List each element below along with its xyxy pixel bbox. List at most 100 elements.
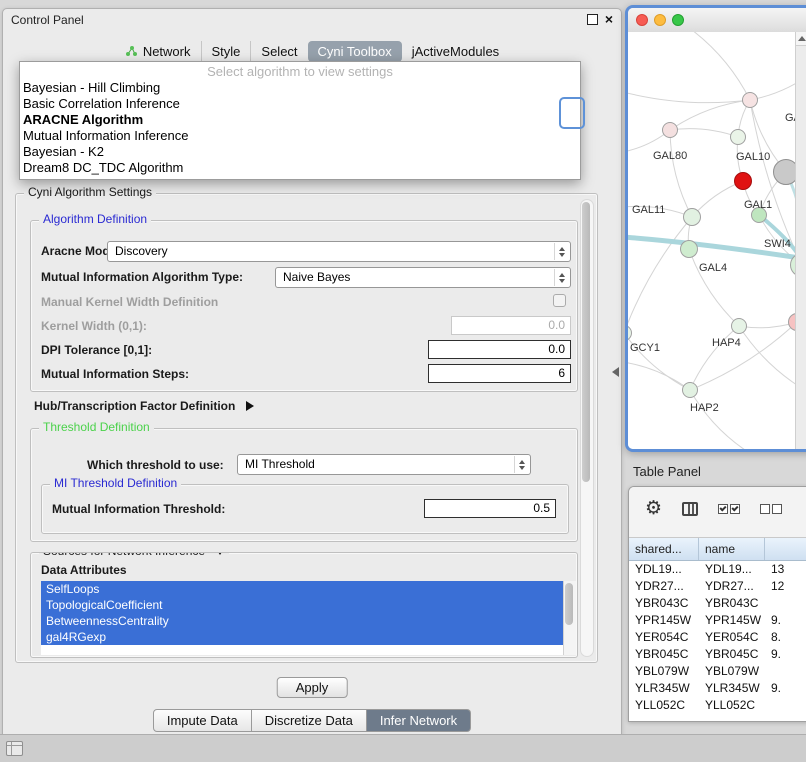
selected-checkboxes-icon[interactable] [718,504,740,514]
network-scrollbar[interactable] [795,32,806,449]
column-header-name[interactable]: name [699,538,765,560]
mi-type-combo[interactable]: Naive Bayes [275,267,571,288]
mi-threshold-definition-title: MI Threshold Definition [50,476,181,490]
node-label: GCY1 [630,342,660,354]
table-panel-title: Table Panel [633,464,701,479]
algorithm-popup: Select algorithm to view settings Bayesi… [19,61,581,180]
node-label: HAP2 [690,402,719,414]
table-cell: YBR043C [629,595,699,612]
collapsed-panel-icon[interactable] [6,741,23,756]
tab-style[interactable]: Style [201,41,251,62]
network-node[interactable] [730,129,746,145]
column-selector-icon[interactable] [682,502,698,516]
table-cell: YDR27... [629,578,699,595]
network-node[interactable] [742,92,758,108]
table-row[interactable]: YLR345WYLR345W9. [629,680,806,697]
table-cell: YER054C [699,629,765,646]
network-canvas[interactable]: GAL80GAL10GAL11GAL1SWI4GAL4GCY1HAP4HAP2G… [628,32,806,449]
tab-jactivemodules[interactable]: jActiveModules [402,41,509,62]
network-node[interactable] [734,172,752,190]
table-cell: YBR045C [699,646,765,663]
scrollbar-thumb[interactable] [582,202,590,482]
network-node[interactable] [682,382,698,398]
tab-impute-data[interactable]: Impute Data [153,709,252,732]
network-node[interactable] [683,208,701,226]
node-label: HAP4 [712,337,741,349]
table-row[interactable]: YPR145WYPR145W9. [629,612,806,629]
table-row[interactable]: YBR045CYBR045C9. [629,646,806,663]
close-panel-icon[interactable] [605,12,613,26]
node-label: GAL4 [699,262,727,274]
tab-network[interactable]: Network [115,41,201,62]
kernel-width-field[interactable]: 0.0 [451,316,571,335]
algorithm-option[interactable]: Mutual Information Inference [20,128,580,144]
network-node[interactable] [731,318,747,334]
control-panel-tabs: Network Style Select Cyni Toolbox jActiv… [3,39,621,63]
dpi-tolerance-label: DPI Tolerance [0,1]: [41,343,152,357]
table-cell: YLL052C [629,697,699,714]
node-label: SWI4 [764,238,791,250]
control-panel-title: Control Panel [11,13,84,27]
algorithm-option[interactable]: Bayesian - K2 [20,144,580,160]
which-threshold-combo[interactable]: MI Threshold [237,454,531,475]
mi-steps-label: Mutual Information Steps: [41,367,189,381]
mi-type-label: Mutual Information Algorithm Type: [41,270,243,284]
tab-infer-network[interactable]: Infer Network [367,709,471,732]
gear-icon[interactable] [645,499,662,519]
network-node[interactable] [680,240,698,258]
zoom-window-icon[interactable] [672,14,684,26]
hub-definition-toggle[interactable]: Hub/Transcription Factor Definition [34,398,254,413]
table-cell: YLR345W [629,680,699,697]
table-row[interactable]: YBR043CYBR043C [629,595,806,612]
table-cell: YBL079W [629,663,699,680]
apply-button[interactable]: Apply [277,677,348,698]
column-header-shared[interactable]: shared... [629,538,699,560]
network-node[interactable] [662,122,678,138]
table-row[interactable]: YER054CYER054C8. [629,629,806,646]
algorithm-option[interactable]: Bayesian - Hill Climbing [20,80,580,96]
focus-ring [559,97,585,129]
attribute-item[interactable]: SelfLoops [41,581,563,597]
algorithm-option[interactable]: ARACNE Algorithm [20,112,580,128]
mi-threshold-field[interactable]: 0.5 [424,499,556,518]
attribute-item[interactable]: BetweennessCentrality [41,613,563,629]
tab-cyni-toolbox[interactable]: Cyni Toolbox [308,41,402,62]
mi-threshold-definition-group: MI Threshold Definition Mutual Informati… [41,484,569,534]
algorithm-option[interactable]: Basic Correlation Inference [20,96,580,112]
scrollbar-thumb[interactable] [565,583,573,625]
aracne-mode-combo[interactable]: Discovery [107,241,571,262]
dpi-tolerance-field[interactable]: 0.0 [428,340,571,359]
column-header-extra[interactable] [765,538,806,560]
mi-steps-field[interactable]: 6 [428,364,571,383]
which-threshold-label: Which threshold to use: [87,458,224,472]
float-window-icon[interactable] [587,14,598,25]
minimize-window-icon[interactable] [654,14,666,26]
attribute-item[interactable]: gal4RGexp [41,629,563,645]
table-row[interactable]: YBL079WYBL079W [629,663,806,680]
table-cell: YDL19... [699,561,765,578]
attribute-item[interactable]: TopologicalCoefficient [41,597,563,613]
tab-label: Cyni Toolbox [318,44,392,59]
table-row[interactable]: YLL052CYLL052C [629,697,806,714]
empty-checkboxes-icon[interactable] [760,504,782,514]
table-cell: YPR145W [629,612,699,629]
settings-scrollbar[interactable] [580,199,594,657]
sources-title[interactable]: Sources for Network Inference [39,552,229,558]
bottom-status-strip [0,734,806,762]
splitter-collapse-arrow[interactable] [612,367,619,377]
table-panel-window: shared... name YDL19...YDL19...13YDR27..… [628,486,806,722]
close-window-icon[interactable] [636,14,648,26]
collapse-down-icon [215,552,225,555]
tab-discretize-data[interactable]: Discretize Data [252,709,367,732]
table-cell [765,697,806,714]
tab-select[interactable]: Select [250,41,307,62]
control-panel-titlebar: Control Panel [3,9,621,31]
table-cell: YBL079W [699,663,765,680]
table-row[interactable]: YDL19...YDL19...13 [629,561,806,578]
scroll-up-icon[interactable] [796,32,806,46]
algorithm-option[interactable]: Dream8 DC_TDC Algorithm [20,160,580,176]
combo-stepper-icon [554,243,569,260]
attributes-scrollbar[interactable] [563,581,576,655]
manual-kernel-checkbox[interactable] [553,294,566,307]
table-row[interactable]: YDR27...YDR27...12 [629,578,806,595]
